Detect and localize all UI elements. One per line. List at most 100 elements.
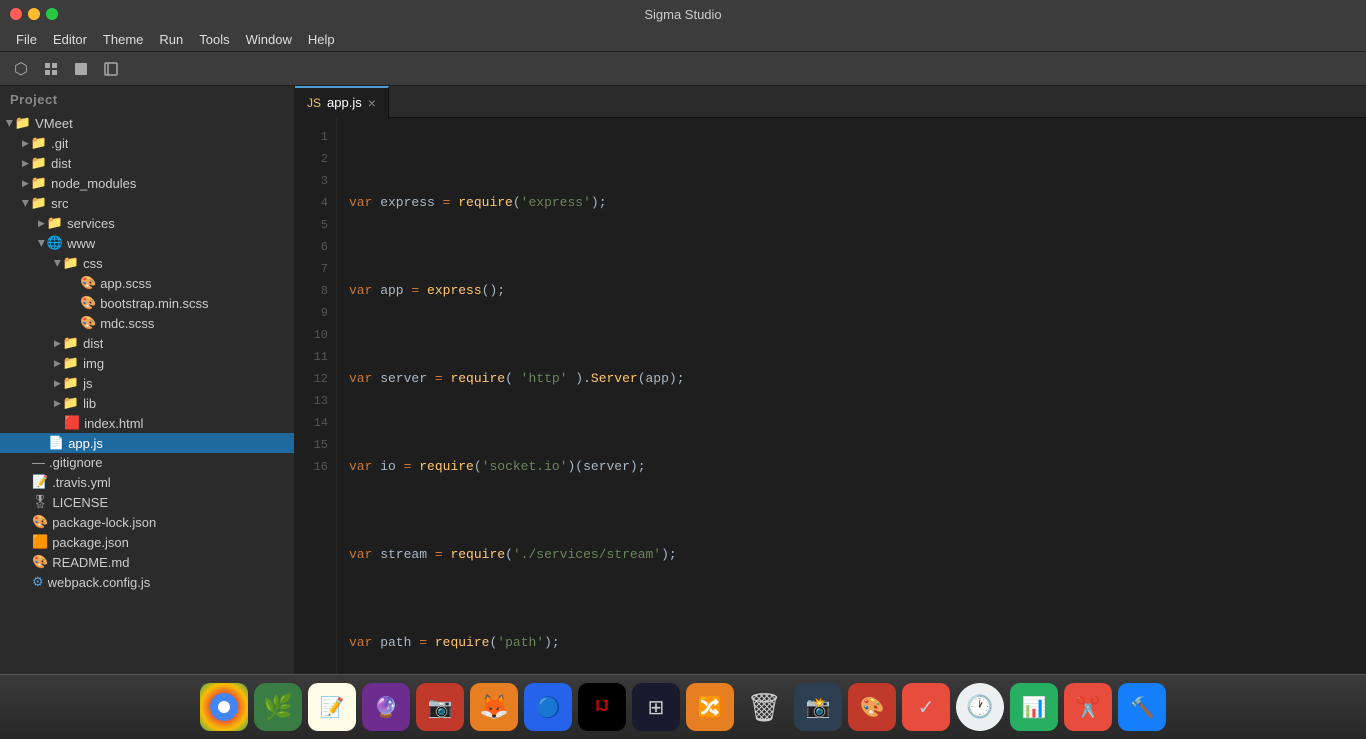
globe-folder-icon: 🌐	[47, 235, 63, 251]
folder-icon: 📁	[63, 335, 79, 351]
tree-item-app-js[interactable]: 📄 app.js	[0, 433, 294, 453]
tree-label-services: services	[67, 216, 115, 231]
tree-item-bootstrap-scss[interactable]: 🎨 bootstrap.min.scss	[0, 293, 294, 313]
tab-app-js[interactable]: JS app.js ×	[295, 86, 389, 118]
tree-item-webpack[interactable]: ⚙ webpack.config.js	[0, 572, 294, 592]
dock-item-mosaic[interactable]: ⊞	[632, 683, 680, 731]
tree-item-node-modules[interactable]: ▶ 📁 node_modules	[0, 173, 294, 193]
dock-item-screenium[interactable]: 🔮	[362, 683, 410, 731]
code-editor[interactable]: 1 2 3 4 5 6 7 8 9 10 11 12 13 14 15 16	[295, 118, 1366, 674]
toolbar-icon-3[interactable]	[68, 56, 94, 82]
tree-item-css[interactable]: ▶ 📁 css	[0, 253, 294, 273]
folder-icon: 📁	[63, 395, 79, 411]
tree-item-git[interactable]: ▶ 📁 .git	[0, 133, 294, 153]
json-icon: 🟧	[32, 534, 48, 550]
dock-item-taska[interactable]: ✓	[902, 683, 950, 731]
code-line-5: var stream = require('./services/stream'…	[349, 544, 1354, 566]
menu-file[interactable]: File	[8, 30, 45, 49]
menu-help[interactable]: Help	[300, 30, 343, 49]
tree-item-license[interactable]: 🎖 LICENSE	[0, 492, 294, 512]
line-num-15: 15	[295, 434, 336, 456]
tree-item-index-html[interactable]: 🟥 index.html	[0, 413, 294, 433]
tree-item-readme[interactable]: 🎨 README.md	[0, 552, 294, 572]
tree-item-dist-root[interactable]: ▶ 📁 dist	[0, 153, 294, 173]
tree-item-mdc-scss[interactable]: 🎨 mdc.scss	[0, 313, 294, 333]
dock-item-screenshot[interactable]: 📸	[794, 683, 842, 731]
tree-label-src: src	[51, 196, 68, 211]
line-numbers: 1 2 3 4 5 6 7 8 9 10 11 12 13 14 15 16	[295, 118, 337, 674]
tree-item-src[interactable]: ▶ 📁 src	[0, 193, 294, 213]
tree-label-bootstrap-scss: bootstrap.min.scss	[100, 296, 208, 311]
menu-theme[interactable]: Theme	[95, 30, 151, 49]
dock-item-trash[interactable]: 🗑	[740, 683, 788, 731]
tab-close-button[interactable]: ×	[368, 95, 376, 111]
toolbar-icon-4[interactable]	[98, 56, 124, 82]
dock-item-tools[interactable]: ✂️	[1064, 683, 1112, 731]
menu-window[interactable]: Window	[238, 30, 300, 49]
dock-item-chrome[interactable]	[200, 683, 248, 731]
line-num-12: 12	[295, 368, 336, 390]
tree-item-vmeet[interactable]: ▶ 📁 VMeet	[0, 113, 294, 133]
tree-item-app-scss[interactable]: 🎨 app.scss	[0, 273, 294, 293]
tree-item-gitignore[interactable]: — .gitignore	[0, 453, 294, 472]
tree-item-package-lock[interactable]: 🎨 package-lock.json	[0, 512, 294, 532]
chevron-icon: ▶	[54, 378, 61, 389]
dock-item-colorui[interactable]: 🎨	[848, 683, 896, 731]
menu-run[interactable]: Run	[151, 30, 191, 49]
dock-item-intellij[interactable]: IJ	[578, 683, 626, 731]
tree-item-services[interactable]: ▶ 📁 services	[0, 213, 294, 233]
scss-icon: 🎨	[80, 315, 96, 331]
tab-bar: JS app.js ×	[295, 86, 1366, 118]
menu-bar: File Editor Theme Run Tools Window Help	[0, 28, 1366, 52]
tree-item-dist-www[interactable]: ▶ 📁 dist	[0, 333, 294, 353]
tree-label-vmeet: VMeet	[35, 116, 73, 131]
toolbar-icon-2[interactable]	[38, 56, 64, 82]
line-num-13: 13	[295, 390, 336, 412]
tree-item-img[interactable]: ▶ 📁 img	[0, 353, 294, 373]
tree-item-lib[interactable]: ▶ 📁 lib	[0, 393, 294, 413]
tree-label-lib: lib	[83, 396, 96, 411]
tree-item-travis[interactable]: 📝 .travis.yml	[0, 472, 294, 492]
tree-label-app-js: app.js	[68, 436, 103, 451]
tree-item-www[interactable]: ▶ 🌐 www	[0, 233, 294, 253]
dock-item-mango[interactable]: 🔵	[524, 683, 572, 731]
line-num-7: 7	[295, 258, 336, 280]
code-content[interactable]: var express = require('express'); var ap…	[337, 118, 1366, 674]
menu-editor[interactable]: Editor	[45, 30, 95, 49]
line-num-9: 9	[295, 302, 336, 324]
tree-label-readme: README.md	[52, 555, 129, 570]
dock-item-vmix[interactable]: 🔀	[686, 683, 734, 731]
line-num-3: 3	[295, 170, 336, 192]
tab-label-app-js: app.js	[327, 95, 362, 110]
traffic-lights	[10, 8, 58, 20]
folder-icon: 📁	[63, 375, 79, 391]
tree-item-package-json[interactable]: 🟧 package.json	[0, 532, 294, 552]
dock-item-leaf[interactable]: 🌿	[254, 683, 302, 731]
tree-label-node-modules: node_modules	[51, 176, 136, 191]
chevron-icon: ▶	[54, 338, 61, 349]
tree-label-app-scss: app.scss	[100, 276, 151, 291]
tree-label-img: img	[83, 356, 104, 371]
dock: 🌿 📝 🔮 📷 🦊 🔵 IJ ⊞ 🔀 🗑 📸 🎨 ✓	[0, 674, 1366, 739]
maximize-button[interactable]	[46, 8, 58, 20]
line-num-1: 1	[295, 126, 336, 148]
tree-label-git: .git	[51, 136, 68, 151]
toolbar-icon-1[interactable]: ⬡	[8, 56, 34, 82]
minimize-button[interactable]	[28, 8, 40, 20]
dock-item-notes[interactable]: 📝	[308, 683, 356, 731]
close-button[interactable]	[10, 8, 22, 20]
tree-label-package-lock: package-lock.json	[52, 515, 156, 530]
tab-js-icon: JS	[307, 96, 321, 110]
folder-icon: 📁	[31, 155, 47, 171]
dock-item-xcode[interactable]: 🔨	[1118, 683, 1166, 731]
menu-tools[interactable]: Tools	[191, 30, 237, 49]
folder-icon: 📁	[47, 215, 63, 231]
dock-item-firefox[interactable]: 🦊	[470, 683, 518, 731]
line-num-16: 16	[295, 456, 336, 478]
tree-label-css: css	[83, 256, 103, 271]
dock-item-istat[interactable]: 📊	[1010, 683, 1058, 731]
webpack-icon: ⚙	[32, 574, 44, 590]
dock-item-clock[interactable]: 🕐	[956, 683, 1004, 731]
dock-item-photobooth[interactable]: 📷	[416, 683, 464, 731]
tree-item-js[interactable]: ▶ 📁 js	[0, 373, 294, 393]
